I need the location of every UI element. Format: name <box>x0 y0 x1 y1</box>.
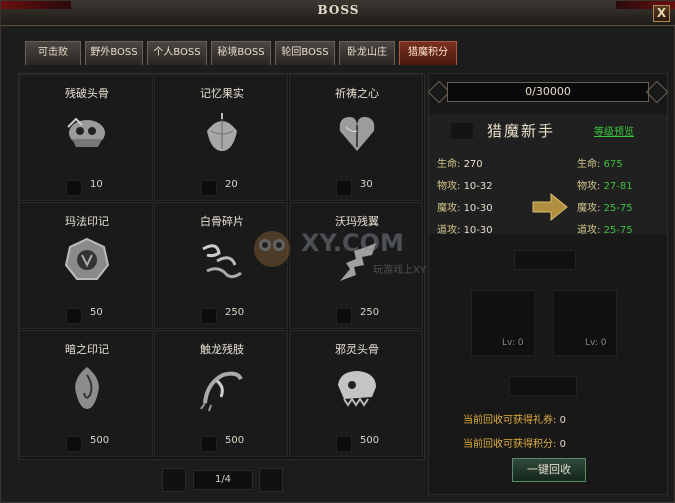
next-page-button[interactable] <box>259 468 283 492</box>
item-name: 暗之印记 <box>65 343 109 356</box>
item-name: 残破头骨 <box>65 87 109 100</box>
watermark-subtext: 玩游戏上XY <box>373 265 426 276</box>
item-slot <box>336 180 352 196</box>
window-title: BOSS <box>317 3 360 17</box>
rank-title: 猎魔新手 <box>487 122 556 140</box>
page-indicator: 1/4 <box>193 470 253 490</box>
item-cell[interactable]: 祈祷之心 30 <box>289 74 423 201</box>
boss-window: BOSS X 可击败 野外BOSS 个人BOSS 秘境BOSS 轮回BOSS 卧… <box>0 0 675 503</box>
item-points: 250 <box>225 307 245 318</box>
rank-label-slot <box>514 250 576 270</box>
bone-shard-icon <box>202 244 242 279</box>
seal-icon <box>64 237 110 280</box>
prev-page-button[interactable] <box>162 468 186 492</box>
watermark-text: XY.COM <box>301 229 404 257</box>
owl-logo-icon <box>254 231 290 267</box>
current-stat-magic: 魔攻: 10-30 <box>437 203 493 214</box>
recycle-all-button[interactable]: 一键回收 <box>512 458 586 482</box>
reward-label-slot <box>509 376 577 396</box>
tab-demon-hunt-points[interactable]: 猎魔积分 <box>399 41 457 65</box>
item-cell[interactable]: 邪灵头骨 500 <box>289 330 423 457</box>
next-stat-phys: 物攻: 27-81 <box>577 181 633 192</box>
rank-icon-slot <box>451 123 473 139</box>
item-cell[interactable]: 触龙残肢 500 <box>154 330 288 457</box>
close-button[interactable]: X <box>653 5 670 22</box>
item-grid: 残破头骨 10 记忆果实 20 祈祷之心 30 玛法印记 50 白骨碎片 250… <box>18 73 425 460</box>
tab-wolong-villa[interactable]: 卧龙山庄 <box>339 41 395 65</box>
equip-slot-level: Lv: 0 <box>585 338 607 348</box>
title-bar[interactable]: BOSS X <box>1 1 675 26</box>
item-name: 邪灵头骨 <box>335 343 379 356</box>
points-text: 当前回收可获得积分: 0 <box>463 439 566 450</box>
rank-info: 猎魔新手 等级预览 生命: 270 物攻: 10-32 魔攻: 10-30 道攻… <box>429 114 667 236</box>
tab-secret-boss[interactable]: 秘境BOSS <box>211 41 271 65</box>
fruit-icon <box>207 113 237 151</box>
item-cell[interactable]: 残破头骨 10 <box>19 74 153 201</box>
current-stat-hp: 生命: 270 <box>437 159 483 170</box>
item-cell[interactable]: 暗之印记 500 <box>19 330 153 457</box>
item-name: 祈祷之心 <box>335 87 379 100</box>
item-slot <box>201 436 217 452</box>
item-points: 50 <box>90 307 103 318</box>
ornament-right <box>645 80 669 104</box>
item-points: 20 <box>225 179 238 190</box>
next-stat-magic: 魔攻: 25-75 <box>577 203 633 214</box>
item-cell[interactable]: 记忆果实 20 <box>154 74 288 201</box>
demon-skull-icon <box>338 371 376 407</box>
item-slot <box>66 308 82 324</box>
item-points: 500 <box>360 435 380 446</box>
rank-panel: 0/30000 猎魔新手 等级预览 生命: 270 物攻: 10-32 魔攻: … <box>427 73 669 495</box>
item-slot <box>201 308 217 324</box>
item-points: 500 <box>225 435 245 446</box>
tab-defeatable[interactable]: 可击败 <box>25 41 81 65</box>
next-stat-tao: 道攻: 25-75 <box>577 225 633 236</box>
item-slot <box>66 436 82 452</box>
heart-icon <box>339 117 375 151</box>
item-slot <box>336 308 352 324</box>
tab-field-boss[interactable]: 野外BOSS <box>85 41 143 65</box>
tab-personal-boss[interactable]: 个人BOSS <box>147 41 207 65</box>
item-name: 玛法印记 <box>65 215 109 228</box>
item-slot <box>201 180 217 196</box>
claw-icon <box>200 371 243 412</box>
item-points: 250 <box>360 307 380 318</box>
tab-samsara-boss[interactable]: 轮回BOSS <box>275 41 335 65</box>
item-slot <box>336 436 352 452</box>
item-name: 触龙残肢 <box>200 343 244 356</box>
dark-mark-icon <box>75 367 99 409</box>
item-name: 记忆果实 <box>200 87 244 100</box>
current-stat-tao: 道攻: 10-30 <box>437 225 493 236</box>
item-points: 500 <box>90 435 110 446</box>
arrow-right-icon <box>532 192 568 222</box>
equip-slot-level: Lv: 0 <box>502 338 524 348</box>
gift-voucher-text: 当前回收可获得礼券: 0 <box>463 415 566 426</box>
item-name: 沃玛残翼 <box>335 215 379 228</box>
item-slot <box>66 180 82 196</box>
item-points: 10 <box>90 179 103 190</box>
score-progress: 0/30000 <box>447 82 649 102</box>
level-preview-link[interactable]: 等级预览 <box>594 123 634 138</box>
item-cell[interactable]: 玛法印记 50 <box>19 202 153 329</box>
current-stat-phys: 物攻: 10-32 <box>437 181 493 192</box>
next-stat-hp: 生命: 675 <box>577 159 623 170</box>
item-points: 30 <box>360 179 373 190</box>
skull-icon <box>67 117 105 147</box>
